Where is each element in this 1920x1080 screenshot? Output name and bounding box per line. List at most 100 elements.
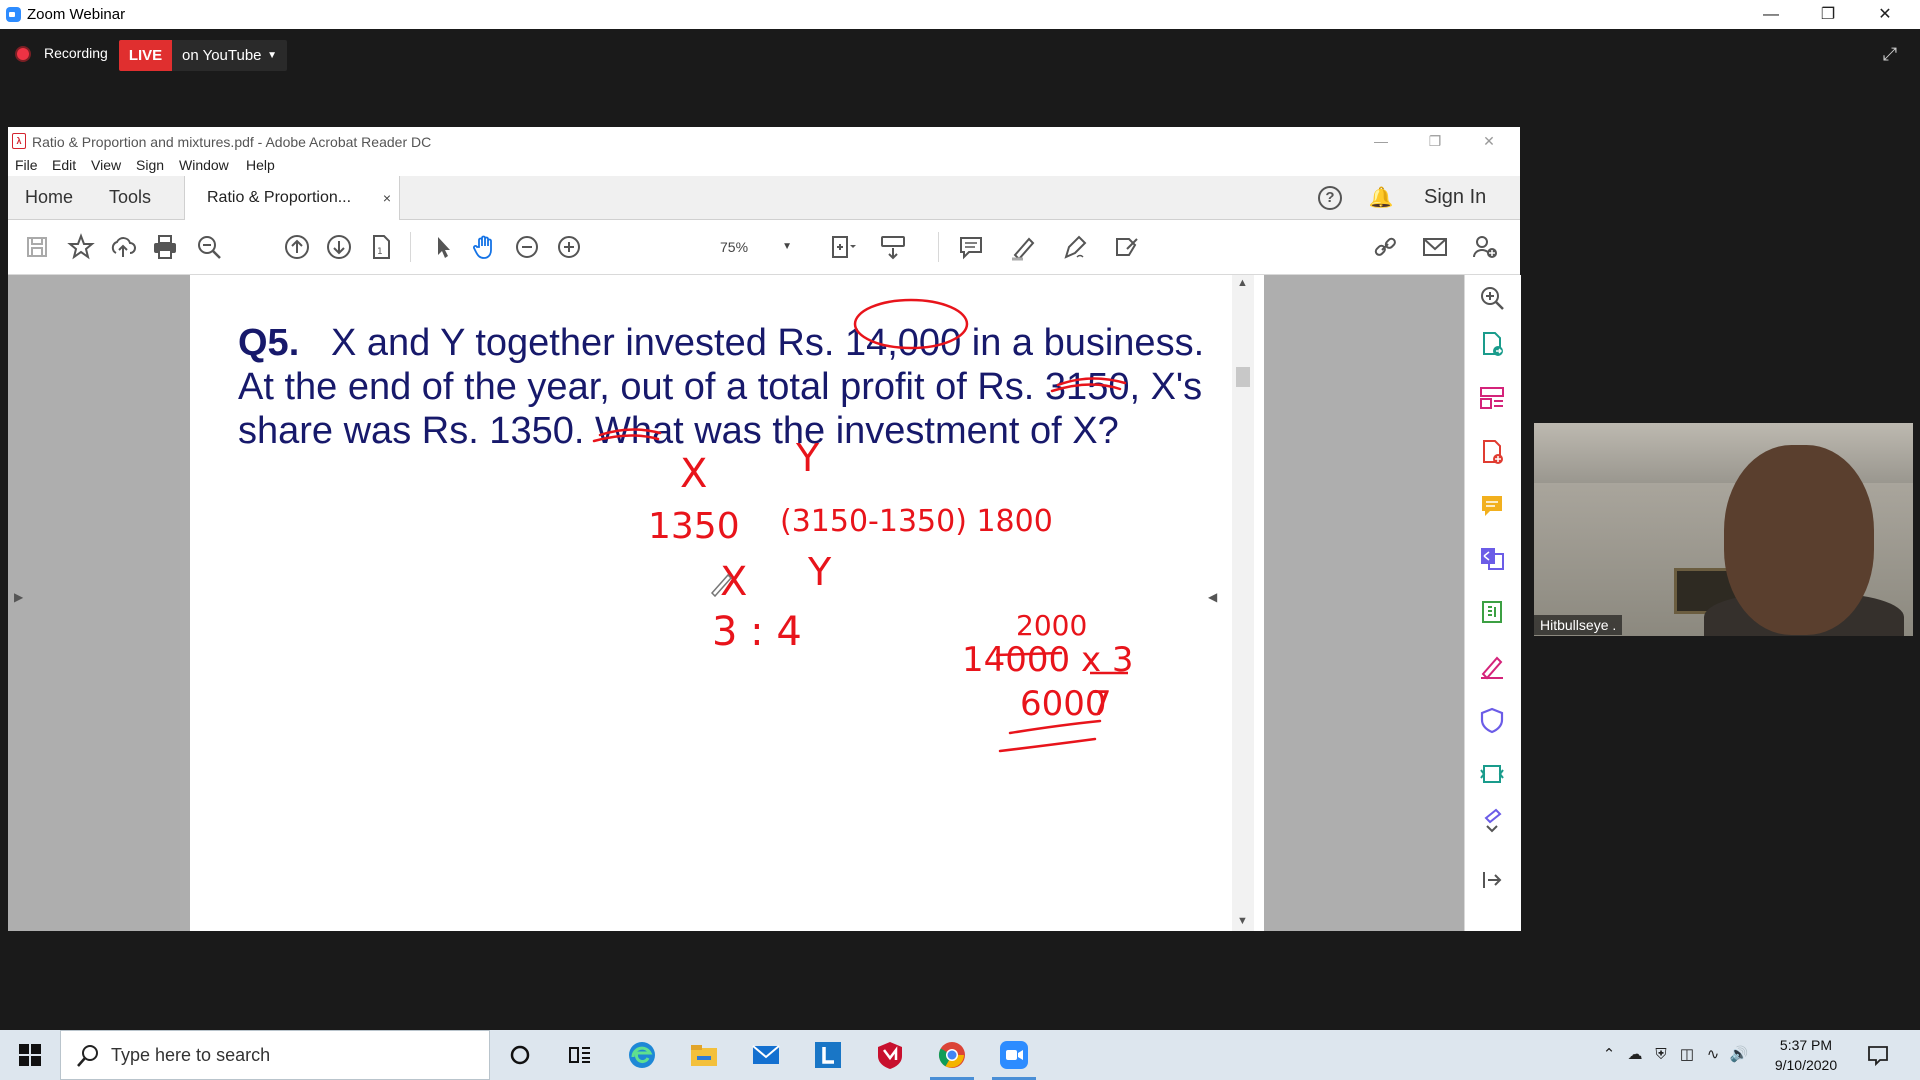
help-icon[interactable]: ? xyxy=(1318,186,1342,210)
fullscreen-icon[interactable]: ⤢ xyxy=(1880,44,1900,64)
file-explorer-icon[interactable] xyxy=(676,1030,732,1080)
cortana-icon[interactable] xyxy=(492,1030,548,1080)
live-destination-dropdown[interactable]: on YouTube ▼ xyxy=(172,40,287,71)
tab-document-label: Ratio & Proportion... xyxy=(207,189,352,206)
compress-pdf-icon[interactable] xyxy=(1477,597,1507,627)
l-app-icon[interactable] xyxy=(800,1030,856,1080)
print-icon[interactable] xyxy=(150,232,180,262)
volume-icon[interactable]: 🔊 xyxy=(1728,1044,1750,1066)
comment-icon[interactable] xyxy=(956,232,986,262)
chrome-icon[interactable] xyxy=(924,1030,980,1080)
sign-pen-icon[interactable] xyxy=(1060,232,1090,262)
select-cursor-icon[interactable] xyxy=(428,232,458,262)
taskbar-search-input[interactable]: Type here to search xyxy=(60,1030,490,1080)
live-badge: LIVE xyxy=(119,40,172,71)
menu-help[interactable]: Help xyxy=(246,157,275,173)
menu-sign[interactable]: Sign xyxy=(136,157,164,173)
clock[interactable]: 5:37 PM 9/10/2020 xyxy=(1766,1035,1846,1075)
acrobat-title-bar: λ Ratio & Proportion and mixtures.pdf - … xyxy=(8,127,1520,155)
close-button[interactable]: ✕ xyxy=(1862,0,1908,29)
zoom-app-icon[interactable] xyxy=(986,1030,1042,1080)
mcafee-tray-icon[interactable]: ⛨ xyxy=(1650,1044,1672,1066)
search-zoom-icon[interactable] xyxy=(194,232,224,262)
windows-start-icon[interactable] xyxy=(0,1030,60,1080)
minimize-button[interactable]: — xyxy=(1748,0,1794,29)
export-pdf-icon[interactable] xyxy=(1477,329,1507,359)
bell-icon[interactable]: 🔔 xyxy=(1368,185,1394,211)
chevron-down-icon: ▼ xyxy=(782,241,792,252)
comment-panel-icon[interactable] xyxy=(1477,491,1507,521)
scroll-up-icon[interactable]: ▲ xyxy=(1237,277,1248,289)
email-icon[interactable] xyxy=(1420,232,1450,262)
zoom-logo-icon xyxy=(6,7,21,22)
fill-and-sign-icon[interactable] xyxy=(1477,651,1507,681)
menu-window[interactable]: Window xyxy=(179,157,229,173)
hand-tool-icon[interactable] xyxy=(470,232,500,262)
scroll-thumb[interactable] xyxy=(1236,367,1250,387)
document-view[interactable]: ▶ Q5. X and Y together invested Rs. 14,0… xyxy=(8,275,1464,931)
more-tools-icon[interactable] xyxy=(1477,805,1507,835)
ink-y-label-2: Y xyxy=(807,550,832,594)
clock-time: 5:37 PM xyxy=(1779,1037,1833,1053)
share-link-icon[interactable] xyxy=(1370,232,1400,262)
participant-video[interactable] xyxy=(1534,423,1913,636)
next-page-icon[interactable] xyxy=(324,232,354,262)
zoom-in-icon[interactable] xyxy=(554,232,584,262)
handwriting-annotations: X Y 1350 (3150-1350) 1800 X Y 3 : 4 2000… xyxy=(592,298,1134,753)
acrobat-minimize-button[interactable]: — xyxy=(1358,127,1404,155)
wifi-icon[interactable]: ∿ xyxy=(1702,1044,1724,1066)
recording-icon xyxy=(17,48,29,60)
pdf-icon: λ xyxy=(12,133,26,149)
acrobat-restore-button[interactable]: ❐ xyxy=(1412,127,1458,155)
add-user-icon[interactable] xyxy=(1470,232,1500,262)
chevron-up-icon[interactable]: ⌃ xyxy=(1598,1044,1620,1066)
keyboard-scroll-icon[interactable] xyxy=(878,232,908,262)
zoom-level-value: 75% xyxy=(720,239,749,255)
zoom-title-bar: Zoom Webinar — ❐ ✕ xyxy=(0,0,1920,29)
tab-home[interactable]: Home xyxy=(25,176,73,219)
sign-in-button[interactable]: Sign In xyxy=(1424,176,1486,219)
onedrive-cloud-icon[interactable]: ☁ xyxy=(1624,1044,1646,1066)
collapse-panel-icon[interactable] xyxy=(1477,865,1507,895)
highlight-pen-icon[interactable] xyxy=(1008,232,1038,262)
close-tab-icon[interactable]: × xyxy=(383,176,391,220)
zoom-level-dropdown[interactable]: 75% ▼ xyxy=(720,235,800,259)
battery-icon[interactable]: ◫ xyxy=(1676,1044,1698,1066)
protect-shield-icon[interactable] xyxy=(1477,705,1507,735)
edge-browser-icon[interactable] xyxy=(614,1030,670,1080)
zoom-window-title: Zoom Webinar xyxy=(27,6,126,23)
task-view-icon[interactable] xyxy=(552,1030,608,1080)
ink-x-value: 1350 xyxy=(648,506,740,547)
menu-edit[interactable]: Edit xyxy=(52,157,76,173)
send-for-review-icon[interactable] xyxy=(1477,759,1507,789)
toolbar: 1 75% ▼ xyxy=(8,220,1520,275)
chevron-down-icon: ▼ xyxy=(267,50,277,61)
search-icon xyxy=(77,1045,98,1067)
expand-left-panel-icon[interactable]: ▶ xyxy=(14,590,23,604)
menu-file[interactable]: File xyxy=(15,157,38,173)
menu-view[interactable]: View xyxy=(91,157,121,173)
notification-center-icon[interactable] xyxy=(1866,1043,1890,1067)
previous-page-icon[interactable] xyxy=(282,232,312,262)
tab-tools[interactable]: Tools xyxy=(109,176,151,219)
star-icon[interactable] xyxy=(66,232,96,262)
page-number-icon[interactable]: 1 xyxy=(366,232,396,262)
fill-sign-icon[interactable] xyxy=(1112,232,1142,262)
vertical-scrollbar[interactable]: ▲ ▼ xyxy=(1232,275,1254,931)
collapse-right-panel-icon[interactable]: ◀ xyxy=(1208,590,1217,604)
ink-x-label: X xyxy=(680,451,707,497)
restore-button[interactable]: ❐ xyxy=(1805,0,1851,29)
mail-icon[interactable] xyxy=(738,1030,794,1080)
mcafee-icon[interactable] xyxy=(862,1030,918,1080)
fit-page-icon[interactable] xyxy=(828,232,858,262)
organize-pages-icon[interactable] xyxy=(1477,383,1507,413)
zoom-out-icon[interactable] xyxy=(512,232,542,262)
acrobat-close-button[interactable]: ✕ xyxy=(1466,127,1512,155)
cloud-upload-icon[interactable] xyxy=(108,232,138,262)
scroll-down-icon[interactable]: ▼ xyxy=(1237,915,1248,927)
combine-files-icon[interactable] xyxy=(1477,543,1507,573)
save-icon[interactable] xyxy=(22,232,52,262)
tab-document[interactable]: Ratio & Proportion... × xyxy=(184,176,400,220)
create-pdf-icon[interactable] xyxy=(1477,437,1507,467)
zoom-search-icon[interactable] xyxy=(1477,283,1507,313)
